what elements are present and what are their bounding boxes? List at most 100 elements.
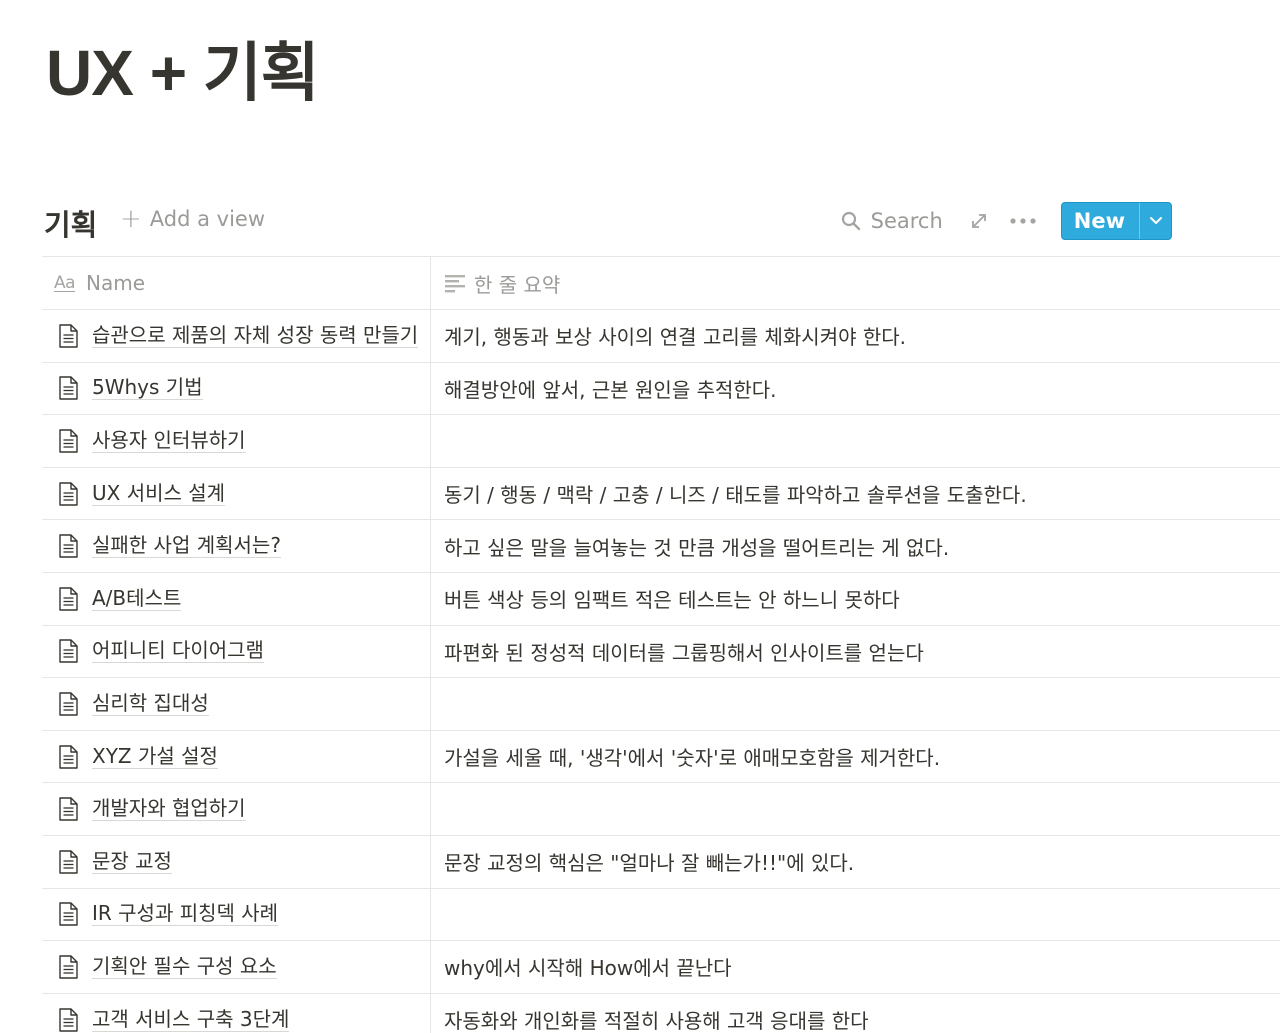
table-header: Aa Name 한 줄 요약 bbox=[42, 256, 1280, 309]
page-icon bbox=[54, 532, 82, 560]
name-cell[interactable]: 습관으로 제품의 자체 성장 동력 만들기 bbox=[42, 310, 431, 362]
summary-cell[interactable]: why에서 시작해 How에서 끝난다 bbox=[431, 941, 1280, 993]
page-icon bbox=[54, 795, 82, 823]
table-row[interactable]: 실패한 사업 계획서는? 하고 싶은 말을 늘여놓는 것 만큼 개성을 떨어트리는… bbox=[42, 519, 1280, 572]
column-header-summary-label: 한 줄 요약 bbox=[474, 272, 561, 297]
new-button-group: New bbox=[1060, 202, 1172, 240]
summary-cell[interactable]: 하고 싶은 말을 늘여놓는 것 만큼 개성을 떨어트리는 게 없다. bbox=[431, 520, 1280, 572]
table-row[interactable]: A/B테스트 버튼 색상 등의 임팩트 적은 테스트는 안 하느니 못하다 bbox=[42, 571, 1280, 625]
summary-text: why에서 시작해 How에서 끝난다 bbox=[444, 956, 732, 981]
page-link[interactable]: 사용자 인터뷰하기 bbox=[92, 428, 246, 453]
name-cell[interactable]: 어피니티 다이어그램 bbox=[42, 625, 431, 678]
summary-cell[interactable]: 해결방안에 앞서, 근본 원인을 추적한다. bbox=[431, 363, 1280, 415]
summary-cell[interactable]: 문장 교정의 핵심은 "얼마나 잘 빼는가!!"에 있다. bbox=[431, 836, 1280, 888]
table-row[interactable]: 고객 서비스 구축 3단계 자동화와 개인화를 적절히 사용해 고객 응대를 한다 bbox=[42, 992, 1280, 1033]
summary-cell[interactable]: 계기, 행동과 보상 사이의 연결 고리를 체화시켜야 한다. bbox=[431, 310, 1280, 362]
page-link[interactable]: 어피니티 다이어그램 bbox=[92, 639, 264, 664]
page-icon bbox=[54, 900, 82, 928]
table-row[interactable]: 문장 교정 문장 교정의 핵심은 "얼마나 잘 빼는가!!"에 있다. bbox=[42, 834, 1280, 888]
page-link[interactable]: 기획안 필수 구성 요소 bbox=[92, 954, 277, 979]
database-table: Aa Name 한 줄 요약 습관으로 제품의 자체 성장 동력 만들기 계기, … bbox=[42, 256, 1280, 1033]
page-link[interactable]: UX 서비스 설계 bbox=[92, 481, 226, 506]
column-header-summary[interactable]: 한 줄 요약 bbox=[431, 257, 1280, 309]
name-cell[interactable]: 사용자 인터뷰하기 bbox=[42, 415, 431, 467]
database-header: 기획 + Add a view Search New bbox=[44, 198, 1280, 244]
name-cell[interactable]: IR 구성과 피칭덱 사례 bbox=[42, 888, 431, 941]
page-link[interactable]: 5Whys 기법 bbox=[92, 376, 203, 401]
column-header-name[interactable]: Aa Name bbox=[42, 257, 431, 309]
page-icon bbox=[54, 480, 82, 508]
summary-text: 해결방안에 앞서, 근본 원인을 추적한다. bbox=[444, 377, 777, 402]
summary-text: 하고 싶은 말을 늘여놓는 것 만큼 개성을 떨어트리는 게 없다. bbox=[444, 535, 950, 560]
page-link[interactable]: 개발자와 협업하기 bbox=[92, 797, 246, 822]
summary-text: 가설을 세울 때, '생각'에서 '숫자'로 애매모호함을 제거한다. bbox=[444, 746, 941, 771]
expand-icon[interactable] bbox=[967, 209, 991, 233]
table-body: 습관으로 제품의 자체 성장 동력 만들기 계기, 행동과 보상 사이의 연결 고… bbox=[42, 309, 1280, 1033]
summary-cell[interactable] bbox=[431, 678, 1280, 730]
page-icon bbox=[54, 322, 82, 350]
database-toolbar: Search New bbox=[841, 202, 1172, 240]
summary-cell[interactable] bbox=[431, 889, 1280, 941]
name-cell[interactable]: 기획안 필수 구성 요소 bbox=[42, 941, 431, 993]
name-cell[interactable]: A/B테스트 bbox=[42, 572, 431, 625]
summary-text: 문장 교정의 핵심은 "얼마나 잘 빼는가!!"에 있다. bbox=[444, 851, 855, 876]
name-cell[interactable]: 개발자와 협업하기 bbox=[42, 783, 431, 835]
chevron-down-icon bbox=[1149, 217, 1162, 224]
table-row[interactable]: 사용자 인터뷰하기 bbox=[42, 414, 1280, 467]
name-cell[interactable]: 고객 서비스 구축 3단계 bbox=[42, 993, 431, 1033]
page-icon bbox=[54, 374, 82, 402]
page-link[interactable]: XYZ 가설 설정 bbox=[92, 744, 218, 769]
column-header-name-label: Name bbox=[86, 271, 146, 295]
page-link[interactable]: A/B테스트 bbox=[92, 586, 182, 611]
table-row[interactable]: 5Whys 기법 해결방안에 앞서, 근본 원인을 추적한다. bbox=[42, 361, 1280, 415]
summary-text: 파편화 된 정성적 데이터를 그룹핑해서 인사이트를 얻는다 bbox=[444, 640, 924, 665]
name-cell[interactable]: 5Whys 기법 bbox=[42, 362, 431, 415]
text-property-icon: Aa bbox=[54, 273, 76, 293]
summary-text: 버튼 색상 등의 임팩트 적은 테스트는 안 하느니 못하다 bbox=[444, 588, 900, 613]
table-row[interactable]: 개발자와 협업하기 bbox=[42, 782, 1280, 835]
new-dropdown-button[interactable] bbox=[1139, 203, 1171, 239]
new-button[interactable]: New bbox=[1062, 203, 1139, 239]
table-row[interactable]: UX 서비스 설계 동기 / 행동 / 맥락 / 고충 / 니즈 / 태도를 파악… bbox=[42, 466, 1280, 520]
page-link[interactable]: 습관으로 제품의 자체 성장 동력 만들기 bbox=[92, 323, 419, 348]
more-options-icon[interactable] bbox=[1007, 209, 1039, 233]
summary-cell[interactable]: 파편화 된 정성적 데이터를 그룹핑해서 인사이트를 얻는다 bbox=[431, 626, 1280, 678]
table-row[interactable]: XYZ 가설 설정 가설을 세울 때, '생각'에서 '숫자'로 애매모호함을 제… bbox=[42, 729, 1280, 783]
page-icon bbox=[54, 743, 82, 771]
summary-cell[interactable] bbox=[431, 415, 1280, 467]
table-row[interactable]: 기획안 필수 구성 요소 why에서 시작해 How에서 끝난다 bbox=[42, 940, 1280, 993]
summary-text: 계기, 행동과 보상 사이의 연결 고리를 체화시켜야 한다. bbox=[444, 325, 907, 350]
page-link[interactable]: 문장 교정 bbox=[92, 849, 172, 874]
page-link[interactable]: IR 구성과 피칭덱 사례 bbox=[92, 902, 279, 927]
name-cell[interactable]: 실패한 사업 계획서는? bbox=[42, 520, 431, 572]
table-row[interactable]: 심리학 집대성 bbox=[42, 677, 1280, 730]
summary-cell[interactable]: 버튼 색상 등의 임팩트 적은 테스트는 안 하느니 못하다 bbox=[431, 573, 1280, 625]
add-view-button[interactable]: + Add a view bbox=[120, 206, 265, 232]
add-view-label: Add a view bbox=[149, 207, 266, 231]
search-button[interactable]: Search bbox=[841, 209, 943, 233]
name-cell[interactable]: 문장 교정 bbox=[42, 835, 431, 888]
database-title[interactable]: 기획 bbox=[44, 202, 97, 244]
summary-cell[interactable]: 가설을 세울 때, '생각'에서 '숫자'로 애매모호함을 제거한다. bbox=[431, 731, 1280, 783]
page-link[interactable]: 심리학 집대성 bbox=[92, 691, 209, 716]
page-title: UX + 기획 bbox=[46, 37, 320, 109]
text-lines-icon bbox=[445, 275, 465, 293]
page-icon bbox=[54, 637, 82, 665]
name-cell[interactable]: 심리학 집대성 bbox=[42, 678, 431, 730]
page-icon bbox=[54, 953, 82, 981]
page-icon bbox=[54, 848, 82, 876]
summary-cell[interactable]: 자동화와 개인화를 적절히 사용해 고객 응대를 한다 bbox=[431, 994, 1280, 1033]
page-link[interactable]: 고객 서비스 구축 3단계 bbox=[92, 1007, 290, 1032]
page-icon bbox=[54, 690, 82, 718]
summary-cell[interactable]: 동기 / 행동 / 맥락 / 고충 / 니즈 / 태도를 파악하고 솔루션을 도… bbox=[431, 468, 1280, 520]
table-row[interactable]: 어피니티 다이어그램 파편화 된 정성적 데이터를 그룹핑해서 인사이트를 얻는다 bbox=[42, 624, 1280, 678]
name-cell[interactable]: UX 서비스 설계 bbox=[42, 467, 431, 520]
page-link[interactable]: 실패한 사업 계획서는? bbox=[92, 534, 281, 559]
name-cell[interactable]: XYZ 가설 설정 bbox=[42, 730, 431, 783]
search-label: Search bbox=[870, 209, 943, 233]
page-icon bbox=[54, 585, 82, 613]
table-row[interactable]: 습관으로 제품의 자체 성장 동력 만들기 계기, 행동과 보상 사이의 연결 고… bbox=[42, 309, 1280, 362]
summary-cell[interactable] bbox=[431, 783, 1280, 835]
page-icon bbox=[54, 1006, 82, 1033]
table-row[interactable]: IR 구성과 피칭덱 사례 bbox=[42, 887, 1280, 941]
